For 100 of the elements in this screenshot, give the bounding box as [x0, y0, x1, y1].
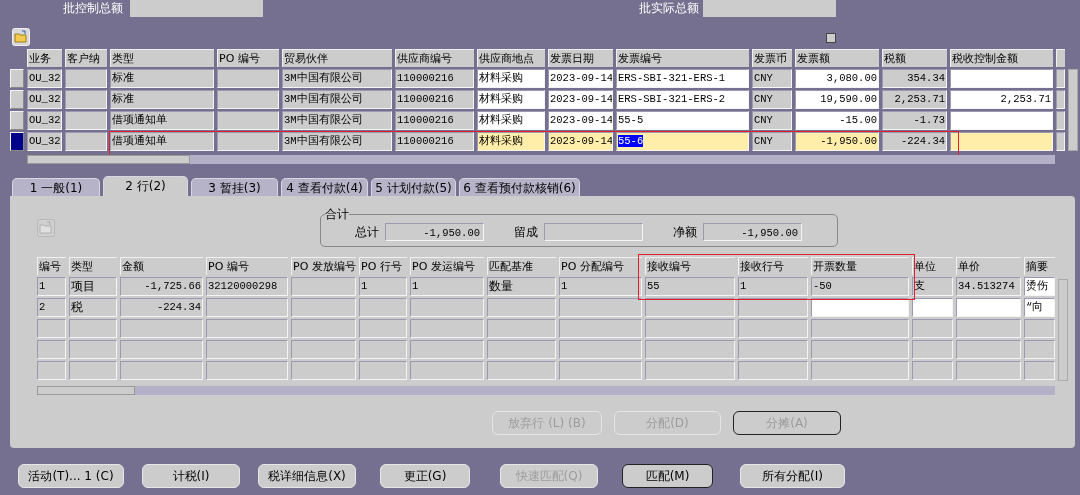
input-field[interactable]: [950, 111, 1053, 130]
button[interactable]: 更正(G): [380, 464, 470, 488]
field-label: 批实际总额: [638, 0, 700, 17]
input-field[interactable]: [950, 69, 1053, 88]
table-cell: 3M中国有限公司: [282, 90, 392, 109]
column-header: 贸易伙伴: [282, 49, 392, 67]
tab[interactable]: 3 暂挂(3): [191, 178, 278, 196]
table-cell: [956, 361, 1021, 380]
input-field[interactable]: [956, 298, 1021, 317]
column-header: 税额: [882, 49, 947, 67]
input-field[interactable]: [130, 0, 263, 17]
table-cell: 32120000298: [206, 277, 288, 296]
input-field[interactable]: [912, 298, 953, 317]
table-cell: [359, 319, 407, 338]
table-cell: [65, 132, 107, 151]
input-field[interactable]: [703, 0, 836, 17]
vertical-scrollbar[interactable]: [1068, 69, 1078, 151]
table-cell: 标准: [110, 90, 214, 109]
table-cell: -50: [811, 277, 909, 296]
column-header: PO 编号: [206, 257, 288, 275]
input-field[interactable]: “向: [1024, 298, 1055, 317]
tab[interactable]: 5 计划付款(5): [371, 178, 456, 196]
button[interactable]: 计税(I): [142, 464, 240, 488]
input-field[interactable]: 19,590.00: [795, 90, 879, 109]
input-field[interactable]: 3,080.00: [795, 69, 879, 88]
table-cell: -1,725.66: [120, 277, 203, 296]
table-cell: [487, 298, 556, 317]
button[interactable]: 所有分配(I): [740, 464, 845, 488]
table-cell: 110000216: [395, 90, 474, 109]
column-header: 税收控制金额: [950, 49, 1053, 67]
table-cell: [1056, 69, 1065, 88]
table-cell: 2,253.71: [882, 90, 947, 109]
field-label: 留成: [514, 223, 538, 241]
input-field[interactable]: [811, 298, 909, 317]
column-header: PO 编号: [217, 49, 279, 67]
table-cell: [291, 340, 356, 359]
input-field[interactable]: 2023-09-14: [548, 90, 613, 109]
horizontal-scrollbar[interactable]: [27, 155, 1055, 164]
input-field[interactable]: 2023-09-14: [548, 111, 613, 130]
column-header: 编号: [37, 257, 66, 275]
table-cell: [37, 361, 66, 380]
tab[interactable]: 6 查看预付款核销(6): [459, 178, 580, 196]
input-field[interactable]: 材料采购: [477, 69, 545, 88]
checkbox[interactable]: [826, 33, 836, 43]
input-field[interactable]: -1,950.00: [385, 223, 484, 241]
input-field[interactable]: 2,253.71: [950, 90, 1053, 109]
table-cell: 110000216: [395, 132, 474, 151]
table-cell: [291, 277, 356, 296]
input-field[interactable]: 材料采购: [477, 90, 545, 109]
table-cell: 55: [645, 277, 735, 296]
table-cell: OU_32: [27, 90, 62, 109]
row-selector[interactable]: [10, 132, 24, 151]
input-field[interactable]: [950, 132, 1053, 151]
column-header: 发票币: [752, 49, 792, 67]
tab[interactable]: 4 查看付款(4): [281, 178, 368, 196]
column-header: 单位: [912, 257, 953, 275]
table-cell: OU_32: [27, 69, 62, 88]
input-field[interactable]: ERS-SBI-321-ERS-1: [616, 69, 749, 88]
input-field[interactable]: -15.00: [795, 111, 879, 130]
column-header: 客户纳: [65, 49, 107, 67]
input-field[interactable]: 材料采购: [477, 132, 545, 151]
input-field[interactable]: [544, 223, 643, 241]
tab[interactable]: 2 行(2): [103, 176, 188, 196]
table-cell: 3M中国有限公司: [282, 132, 392, 151]
table-cell: 1: [410, 277, 484, 296]
input-field[interactable]: ERS-SBI-321-ERS-2: [616, 90, 749, 109]
tab[interactable]: 1 一般(1): [12, 178, 100, 196]
input-field[interactable]: -1,950.00: [795, 132, 879, 151]
column-header: 匹配基准: [487, 257, 556, 275]
table-cell: [912, 361, 953, 380]
table-cell: 1: [559, 277, 642, 296]
horizontal-scrollbar[interactable]: [37, 386, 1055, 395]
column-header: 发票额: [795, 49, 879, 67]
button[interactable]: 税详细信息(X): [258, 464, 356, 488]
input-field[interactable]: 55-5: [616, 111, 749, 130]
table-cell: [1024, 340, 1055, 359]
input-field[interactable]: 材料采购: [477, 111, 545, 130]
table-cell: [1024, 319, 1055, 338]
field-label: 总计: [355, 223, 379, 241]
input-field[interactable]: 2023-09-14: [548, 132, 613, 151]
vertical-scrollbar[interactable]: [1058, 279, 1068, 381]
table-cell: 3M中国有限公司: [282, 111, 392, 130]
table-cell: 354.34: [882, 69, 947, 88]
table-cell: [217, 111, 279, 130]
column-header: PO 分配编号: [559, 257, 642, 275]
column-header: 单价: [956, 257, 1021, 275]
folder-icon[interactable]: [37, 219, 55, 237]
input-field[interactable]: 烫伤: [1024, 277, 1055, 296]
button[interactable]: 活动(T)... 1 (C): [18, 464, 124, 488]
table-cell: [956, 340, 1021, 359]
button[interactable]: 匹配(M): [622, 464, 713, 488]
table-cell: [291, 361, 356, 380]
input-field[interactable]: 55-6: [616, 132, 749, 151]
table-cell: [1024, 361, 1055, 380]
table-cell: CNY: [752, 111, 792, 130]
group-title: 合计: [325, 209, 349, 219]
input-field[interactable]: -1,950.00: [703, 223, 802, 241]
table-cell: [69, 340, 117, 359]
table-cell: [65, 90, 107, 109]
input-field[interactable]: 2023-09-14: [548, 69, 613, 88]
